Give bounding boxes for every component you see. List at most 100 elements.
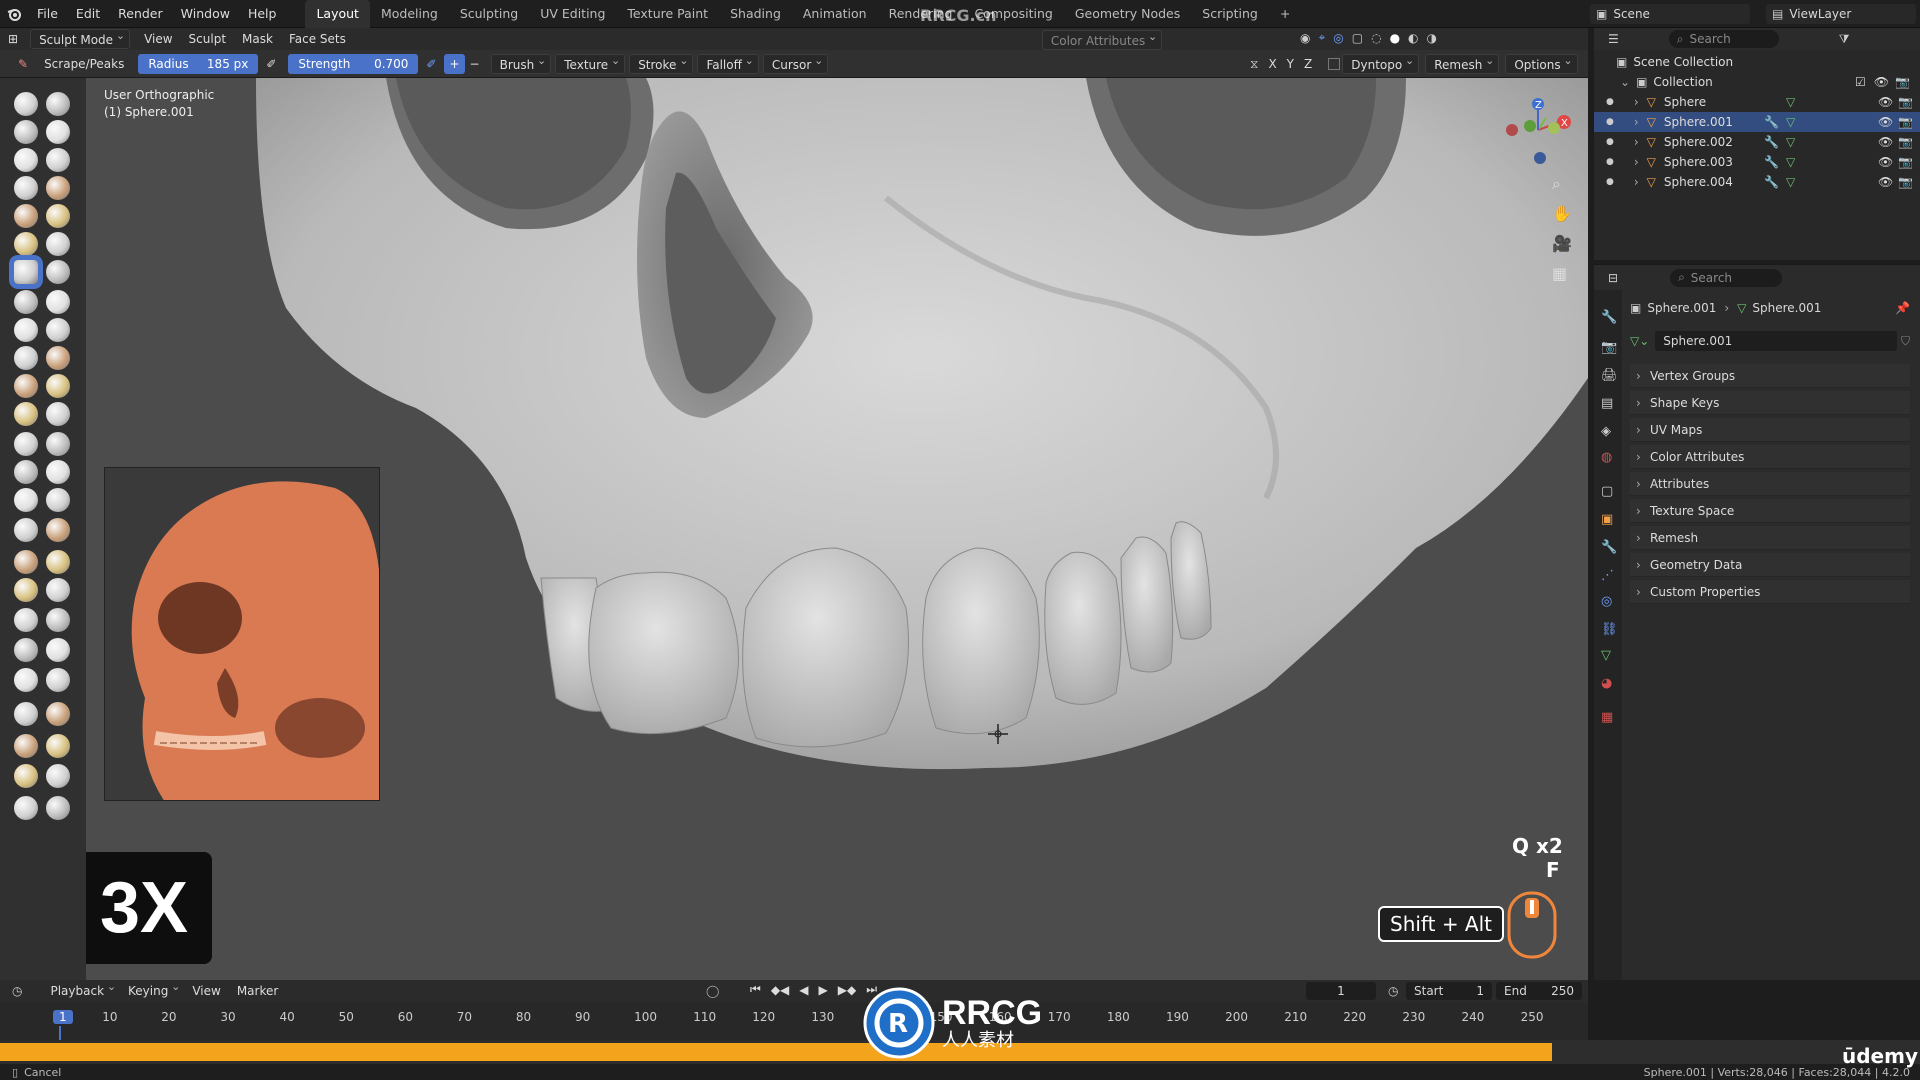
current-frame-field[interactable]: 1 <box>1306 982 1376 1000</box>
zoom-icon[interactable]: ⌕ <box>1552 174 1561 194</box>
sculpt-brush-tool-icon[interactable] <box>46 734 70 758</box>
brush-icon[interactable]: ✎ <box>10 54 36 74</box>
symmetry-y-toggle[interactable]: Y <box>1283 54 1298 74</box>
expand-arrow-icon[interactable]: › <box>1634 112 1639 132</box>
pin-icon[interactable]: 📌 <box>1895 301 1910 315</box>
outliner-item[interactable]: ● › ▽ Sphere.002 🔧 ▽ 👁 📷 <box>1594 132 1920 152</box>
texture-dropdown[interactable]: Texture <box>555 51 626 74</box>
menu-face-sets[interactable]: Face Sets <box>281 29 354 49</box>
outliner-editor-icon[interactable]: ☰ <box>1608 32 1619 46</box>
scene-collection-row[interactable]: ▣ Scene Collection <box>1594 52 1920 72</box>
keying-menu[interactable]: Keying <box>120 977 184 1001</box>
sculpt-brush-tool-icon[interactable] <box>46 550 70 574</box>
sculpt-brush-tool-icon[interactable] <box>46 92 70 116</box>
sculpt-brush-tool-icon[interactable] <box>14 638 38 662</box>
material-shading-icon[interactable]: ◐ <box>1408 31 1418 45</box>
sculpt-brush-tool-icon[interactable] <box>14 374 38 398</box>
sculpt-brush-tool-icon[interactable] <box>14 204 38 228</box>
menu-window[interactable]: Window <box>172 0 239 28</box>
collection-row[interactable]: ⌄ ▣ Collection ☑ 👁 📷 <box>1594 72 1920 92</box>
property-panel-texture-space[interactable]: Texture Space <box>1630 499 1910 523</box>
sculpt-brush-tool-icon[interactable] <box>46 578 70 602</box>
checkbox-icon[interactable]: ☑ <box>1855 72 1866 92</box>
jump-keyframe-back-icon[interactable]: ◆◀ <box>771 983 789 997</box>
sculpt-brush-tool-icon[interactable] <box>14 432 38 456</box>
property-panel-custom-properties[interactable]: Custom Properties <box>1630 580 1910 604</box>
eye-icon[interactable]: 👁 <box>1878 172 1893 192</box>
sculpt-brush-tool-icon[interactable] <box>46 702 70 726</box>
sculpt-brush-tool-icon[interactable] <box>14 608 38 632</box>
direction-subtract-button[interactable]: − <box>465 54 485 74</box>
menu-mask[interactable]: Mask <box>234 29 281 49</box>
object-icon[interactable]: ▣ <box>1601 512 1613 527</box>
tab-shading[interactable]: Shading <box>719 0 792 28</box>
eye-icon[interactable]: 👁 <box>1874 72 1889 92</box>
jump-start-icon[interactable]: ⏮ <box>750 982 761 997</box>
expand-arrow-icon[interactable]: › <box>1634 172 1639 192</box>
material-icon[interactable]: ◕ <box>1601 676 1612 691</box>
tab-modeling[interactable]: Modeling <box>370 0 449 28</box>
expand-arrow-icon[interactable]: › <box>1634 152 1639 172</box>
sculpt-brush-tool-icon[interactable] <box>14 734 38 758</box>
sculpt-brush-tool-icon[interactable] <box>14 518 38 542</box>
editor-type-icon[interactable]: ⊞ <box>0 29 26 49</box>
expand-arrow-icon[interactable]: › <box>1634 132 1639 152</box>
sculpt-brush-tool-icon[interactable] <box>46 460 70 484</box>
eye-icon[interactable]: 👁 <box>1878 92 1893 112</box>
filter-icon[interactable]: ⧩ <box>1839 32 1850 47</box>
property-panel-shape-keys[interactable]: Shape Keys <box>1630 391 1910 415</box>
xray-icon[interactable]: ▢ <box>1352 31 1363 45</box>
sculpt-brush-tool-icon[interactable] <box>14 702 38 726</box>
timeline-ruler[interactable]: 1102030405060708090100110120130140150160… <box>0 1010 1588 1040</box>
output-icon[interactable]: 🖨 <box>1601 368 1618 383</box>
radius-field[interactable]: Radius 185 px <box>138 53 259 74</box>
symmetry-z-toggle[interactable]: Z <box>1300 54 1316 74</box>
sculpt-brush-tool-icon[interactable] <box>46 432 70 456</box>
scene-icon[interactable]: ◈ <box>1601 424 1611 439</box>
tab-scripting[interactable]: Scripting <box>1191 0 1269 28</box>
property-panel-remesh[interactable]: Remesh <box>1630 526 1910 550</box>
properties-editor-icon[interactable]: ⊟ <box>1608 271 1618 285</box>
3d-viewport[interactable]: User Orthographic (1) Sphere.001 3X X Z <box>86 78 1588 980</box>
outliner-item[interactable]: ● › ▽ Sphere ▽ 👁 📷 <box>1594 92 1920 112</box>
sculpt-brush-tool-icon[interactable] <box>46 796 70 820</box>
pan-hand-icon[interactable]: ✋ <box>1552 204 1572 223</box>
visibility-icon[interactable]: ◉ <box>1300 31 1310 45</box>
property-panel-uv-maps[interactable]: UV Maps <box>1630 418 1910 442</box>
options-dropdown[interactable]: Options <box>1505 51 1578 74</box>
particles-icon[interactable]: ⋰ <box>1601 568 1614 583</box>
modifier-icon[interactable]: 🔧 <box>1601 540 1617 555</box>
sculpt-brush-tool-icon[interactable] <box>46 318 70 342</box>
sculpt-brush-tool-icon[interactable] <box>46 120 70 144</box>
stroke-dropdown[interactable]: Stroke <box>629 51 694 74</box>
sculpt-brush-tool-icon[interactable] <box>14 402 38 426</box>
dyntopo-checkbox[interactable] <box>1328 58 1341 70</box>
start-frame-field[interactable]: Start 1 <box>1406 982 1492 1000</box>
property-panel-attributes[interactable]: Attributes <box>1630 472 1910 496</box>
eye-icon[interactable]: 👁 <box>1878 132 1893 152</box>
scene-selector[interactable]: ▣ Scene <box>1590 4 1750 24</box>
menu-render[interactable]: Render <box>109 0 172 28</box>
outliner-item[interactable]: ● › ▽ Sphere.004 🔧 ▽ 👁 📷 <box>1594 172 1920 192</box>
sculpt-brush-tool-icon[interactable] <box>14 260 38 284</box>
end-frame-field[interactable]: End 250 <box>1496 982 1582 1000</box>
strength-field[interactable]: Strength 0.700 <box>288 53 419 74</box>
sculpt-brush-tool-icon[interactable] <box>14 176 38 200</box>
cursor-dropdown[interactable]: Cursor <box>762 51 829 74</box>
jump-keyframe-forward-icon[interactable]: ▶◆ <box>838 983 856 997</box>
menu-edit[interactable]: Edit <box>67 0 109 28</box>
falloff-dropdown[interactable]: Falloff <box>697 51 759 74</box>
constraints-icon[interactable]: ⛓ <box>1601 622 1618 637</box>
view-layer-icon[interactable]: ▤ <box>1601 396 1613 411</box>
timeline-editor-icon[interactable]: ◷ <box>12 984 22 998</box>
texture-icon[interactable]: ▦ <box>1601 710 1613 725</box>
tab-layout[interactable]: Layout <box>305 0 370 28</box>
eye-icon[interactable]: 👁 <box>1878 152 1893 172</box>
direction-add-button[interactable]: + <box>444 53 465 74</box>
gizmo-icon[interactable]: ⌖ <box>1318 30 1325 45</box>
add-workspace-icon[interactable]: + <box>1269 0 1301 28</box>
collection-icon[interactable]: ▢ <box>1601 484 1613 499</box>
expand-arrow-icon[interactable]: › <box>1634 92 1639 112</box>
eye-icon[interactable]: 👁 <box>1878 112 1893 132</box>
camera-icon[interactable]: 📷 <box>1898 132 1913 152</box>
